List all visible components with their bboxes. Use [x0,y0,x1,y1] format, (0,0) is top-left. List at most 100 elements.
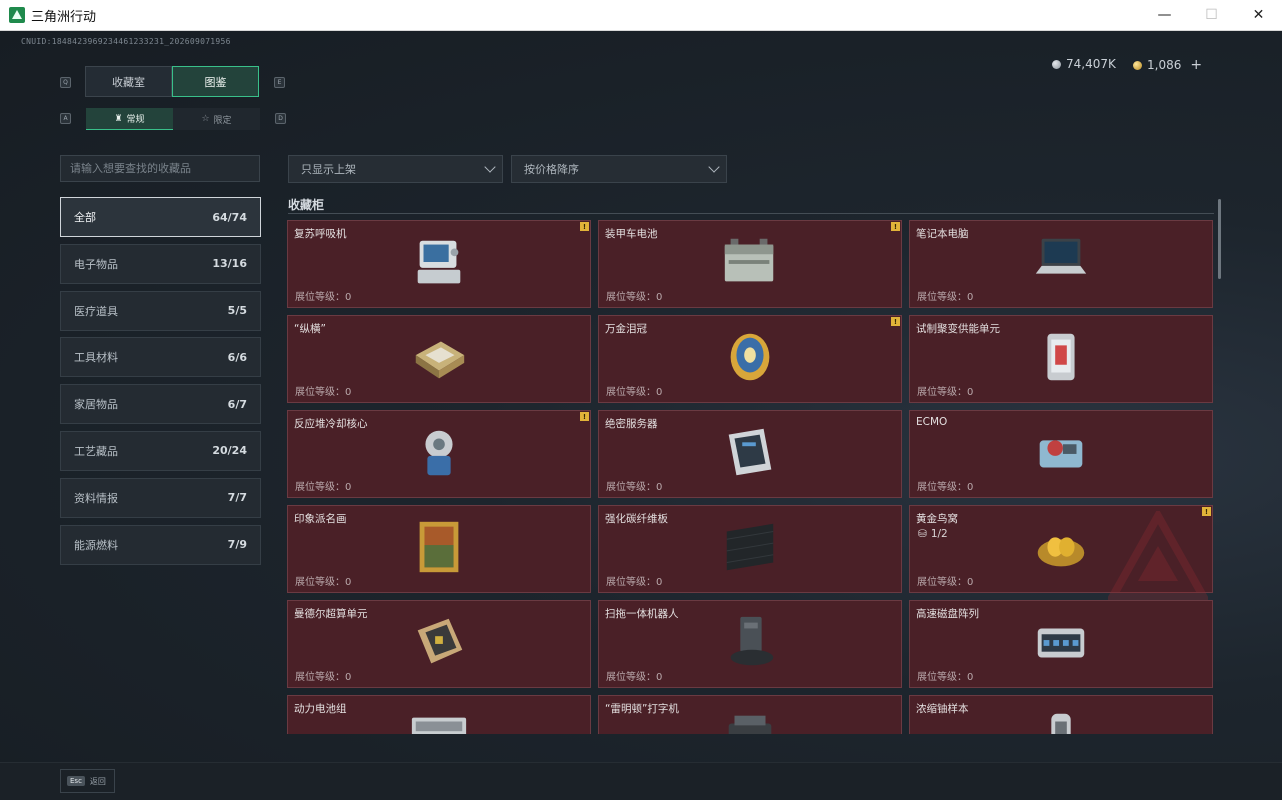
gold-currency: 1,086 + [1133,57,1202,73]
category-crafts[interactable]: 工艺藏品 20/24 [60,430,261,471]
tab-regular-label: 常规 [126,115,145,125]
add-currency-button[interactable]: + [1190,57,1202,73]
collection-item-card[interactable]: “雷明顿”打字机展位等级：0 [598,695,902,734]
regular-icon: ♜ [114,113,123,124]
alert-flag-icon: ! [580,412,589,421]
item-name: 动力电池组 [294,703,347,715]
category-count: 20/24 [212,444,247,458]
chessboard-icon [408,326,470,388]
key-hint-d: D [275,113,286,124]
collection-item-card[interactable]: 浓缩铀样本展位等级：0 [909,695,1213,734]
category-medical[interactable]: 医疗道具 5/5 [60,290,261,331]
collection-item-card[interactable]: 强化碳纤维板 展位等级：0 [598,505,902,593]
item-grid: 复苏呼吸机! 展位等级：0 装甲车电池! 展位等级：0 笔记本电脑 展位等级：0 “纵横” 展… [287,220,1215,734]
item-name: 试制聚变供能单元 [916,323,1000,335]
close-button[interactable]: ✕ [1235,0,1282,30]
sort-dropdown[interactable]: 按价格降序 [511,155,727,183]
collection-item-card[interactable]: 动力电池组展位等级：0 [287,695,591,734]
gold-coin-icon [1133,60,1142,70]
silver-amount: 74,407K [1066,57,1116,71]
main-tabs: 收藏室 图鉴 [85,66,259,97]
category-label: 电子物品 [74,257,118,271]
item-display-level: 展位等级：0 [295,577,352,588]
collection-item-card[interactable]: ECMO 展位等级：0 [909,410,1213,498]
disk-array-icon [1030,611,1092,673]
collection-item-card[interactable]: 装甲车电池! 展位等级：0 [598,220,902,308]
collection-item-card[interactable]: 试制聚变供能单元 展位等级：0 [909,315,1213,403]
category-count: 7/7 [227,491,247,505]
category-electronics[interactable]: 电子物品 13/16 [60,243,261,284]
category-count: 6/7 [227,397,247,411]
chevron-down-icon [484,161,496,173]
server-icon [719,421,781,483]
item-name: 高速磁盘阵列 [916,608,979,620]
item-display-level: 展位等级：0 [295,672,352,683]
category-label: 能源燃料 [74,538,118,552]
item-name: 笔记本电脑 [916,228,969,240]
collection-item-card[interactable]: 复苏呼吸机! 展位等级：0 [287,220,591,308]
collection-item-card[interactable]: 绝密服务器 展位等级：0 [598,410,902,498]
item-name: “纵横” [294,323,326,335]
key-hint-e: E [274,77,285,88]
supercomputer-chip-icon [408,611,470,673]
collection-item-card[interactable]: 笔记本电脑 展位等级：0 [909,220,1213,308]
category-count: 13/16 [212,257,247,271]
back-label: 返回 [89,776,106,786]
tab-limited-label: 限定 [213,115,232,126]
item-display-level: 展位等级：0 [606,672,663,683]
category-label: 工具材料 [74,351,118,365]
minimize-button[interactable]: — [1141,0,1188,30]
search-input[interactable] [60,155,260,182]
item-name: 强化碳纤维板 [605,513,668,525]
shelf-filter-value: 只显示上架 [301,163,356,176]
tab-collection-room[interactable]: 收藏室 [85,66,172,97]
category-all[interactable]: 全部 64/74 [60,197,261,237]
gold-amount: 1,086 [1147,58,1182,72]
collection-item-card[interactable]: 曼德尔超算单元 展位等级：0 [287,600,591,688]
collection-item-card[interactable]: “纵横” 展位等级：0 [287,315,591,403]
game-viewport: CNUID:1848423969234461233231_20260907195… [0,31,1282,800]
category-label: 资料情报 [74,491,118,505]
item-name: “雷明顿”打字机 [605,703,679,715]
alert-flag-icon: ! [891,222,900,231]
alert-flag-icon: ! [580,222,589,231]
item-name: 扫拖一体机器人 [605,608,679,620]
window-title: 三角洲行动 [31,9,97,25]
carbon-plate-icon [719,516,781,578]
item-display-level: 展位等级：0 [295,387,352,398]
item-display-level: 展位等级：0 [606,577,663,588]
category-energy[interactable]: 能源燃料 7/9 [60,524,261,565]
collection-item-card[interactable]: 高速磁盘阵列 展位等级：0 [909,600,1213,688]
collection-item-card[interactable]: 万金泪冠! 展位等级：0 [598,315,902,403]
category-intel[interactable]: 资料情报 7/7 [60,477,261,518]
collection-item-card[interactable]: 印象派名画 展位等级：0 [287,505,591,593]
item-display-level: 展位等级：0 [917,387,974,398]
collection-item-card[interactable]: 反应堆冷却核心! 展位等级：0 [287,410,591,498]
shelf-filter-dropdown[interactable]: 只显示上架 [288,155,503,183]
category-tools[interactable]: 工具材料 6/6 [60,337,261,378]
category-household[interactable]: 家居物品 6/7 [60,384,261,425]
item-display-level: 展位等级：0 [606,387,663,398]
jeweled-egg-icon [719,326,781,388]
section-title: 收藏柜 [288,198,325,212]
back-button[interactable]: Esc 返回 [60,769,115,793]
item-name: ECMO [916,416,948,428]
grid-scrollbar[interactable] [1218,199,1221,279]
chevron-down-icon [708,161,720,173]
tab-regular[interactable]: ♜ 常规 [86,108,173,130]
typewriter-icon [719,706,781,734]
painting-icon [408,516,470,578]
tab-limited[interactable]: ☆ 限定 [173,108,260,130]
item-display-level: 展位等级：0 [917,482,974,493]
maximize-button[interactable]: ☐ [1188,0,1235,30]
uranium-sample-icon [1030,706,1092,734]
nest-progress-icon: ⛁ [918,528,927,540]
collection-item-card[interactable]: 扫拖一体机器人 展位等级：0 [598,600,902,688]
category-count: 5/5 [227,304,247,318]
category-label: 全部 [74,211,96,224]
ecmo-icon [1030,421,1092,483]
battery-pack-icon [408,706,470,734]
tab-catalog[interactable]: 图鉴 [172,66,259,97]
item-name: 浓缩铀样本 [916,703,969,715]
window-controls: — ☐ ✕ [1141,0,1282,30]
